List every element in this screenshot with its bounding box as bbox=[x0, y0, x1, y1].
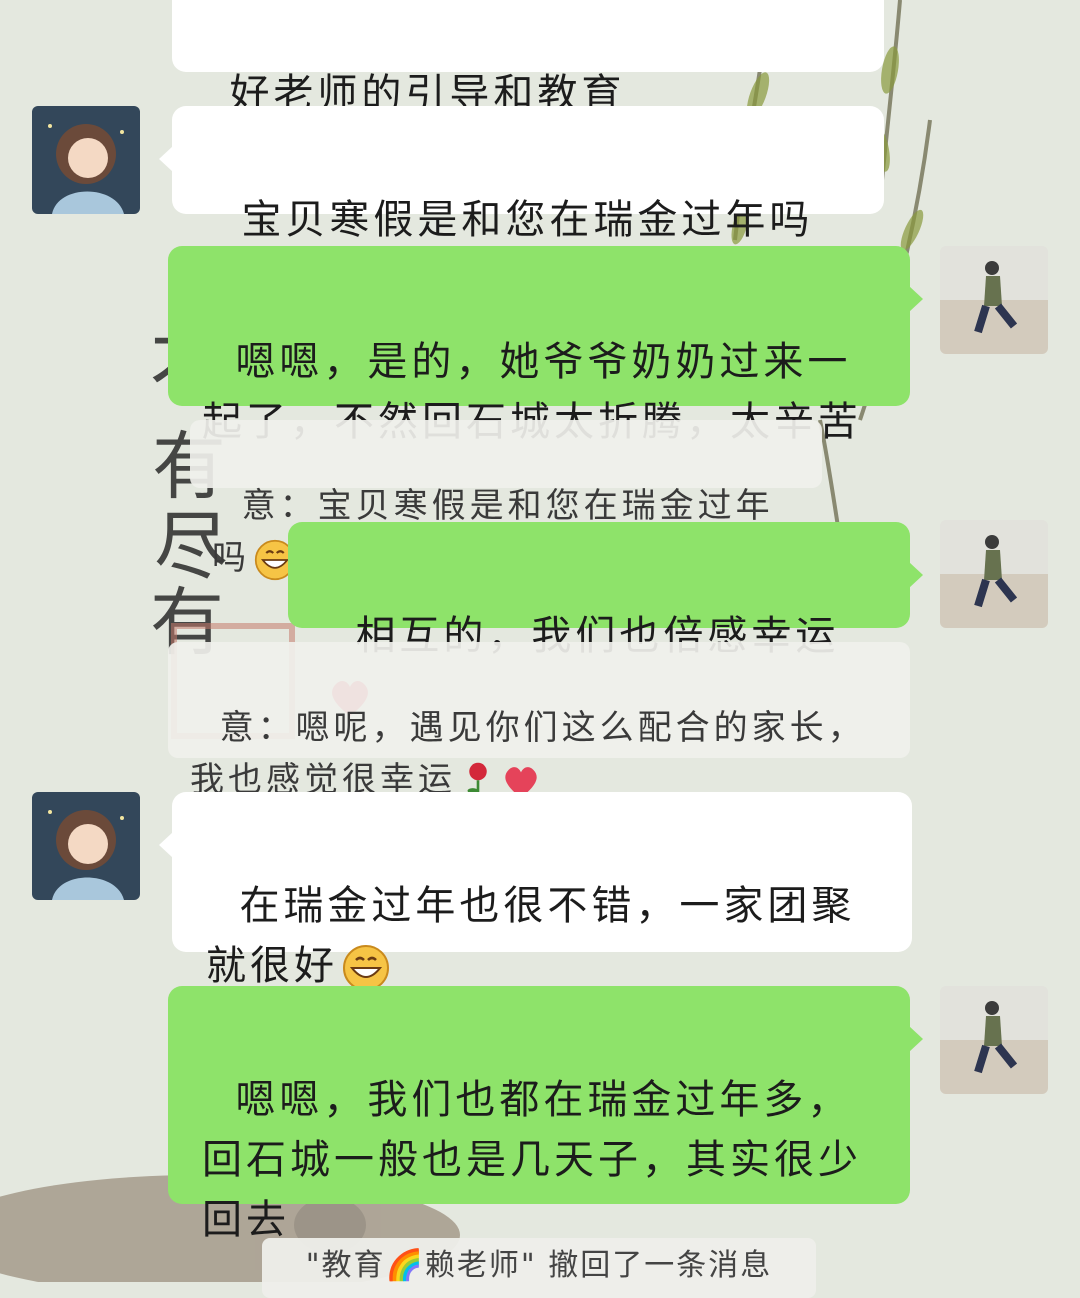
quote-prefix: 意： bbox=[241, 486, 318, 526]
message-bubble-sent[interactable]: 嗯嗯，是的，她爷爷奶奶过来一起了，不然回石城太折腾，太辛苦 bbox=[168, 246, 923, 445]
avatar-teacher[interactable] bbox=[32, 106, 140, 214]
avatar-child-photo bbox=[940, 520, 1048, 628]
message-bubble-received[interactable]: 在瑞金过年也很不错，一家团聚就很好 bbox=[159, 792, 912, 991]
message-text: 宝贝寒假是和您在瑞金过年吗 bbox=[241, 197, 814, 243]
avatar-girl-illustration bbox=[32, 106, 140, 214]
message-bubble-received[interactable]: 宝贝寒假是和您在瑞金过年吗 bbox=[159, 106, 884, 305]
avatar-teacher[interactable] bbox=[32, 792, 140, 900]
grinning-face-emoji bbox=[343, 945, 389, 991]
quoted-message[interactable]: 意：宝贝寒假是和您在瑞金过年吗 bbox=[190, 420, 822, 580]
avatar-parent[interactable] bbox=[940, 986, 1048, 1094]
recall-notice: "教育🌈赖老师" 撤回了一条消息 bbox=[262, 1238, 816, 1298]
quote-prefix: 意： bbox=[219, 708, 296, 748]
avatar-child-photo bbox=[940, 246, 1048, 354]
message-bubble-received: 好老师的引导和教育 bbox=[172, 0, 884, 117]
message-bubble-sent[interactable]: 嗯嗯，我们也都在瑞金过年多，回石城一般也是几天子，其实很少回去 bbox=[168, 986, 923, 1243]
avatar-girl-illustration bbox=[32, 792, 140, 900]
avatar-parent[interactable] bbox=[940, 520, 1048, 628]
avatar-child-photo bbox=[940, 986, 1048, 1094]
quoted-message[interactable]: 意：嗯呢，遇见你们这么配合的家长，我也感觉很幸运 bbox=[168, 642, 910, 801]
avatar-parent[interactable] bbox=[940, 246, 1048, 354]
message-bubble-sent[interactable]: 相互的，我们也倍感幸运 bbox=[288, 522, 923, 716]
